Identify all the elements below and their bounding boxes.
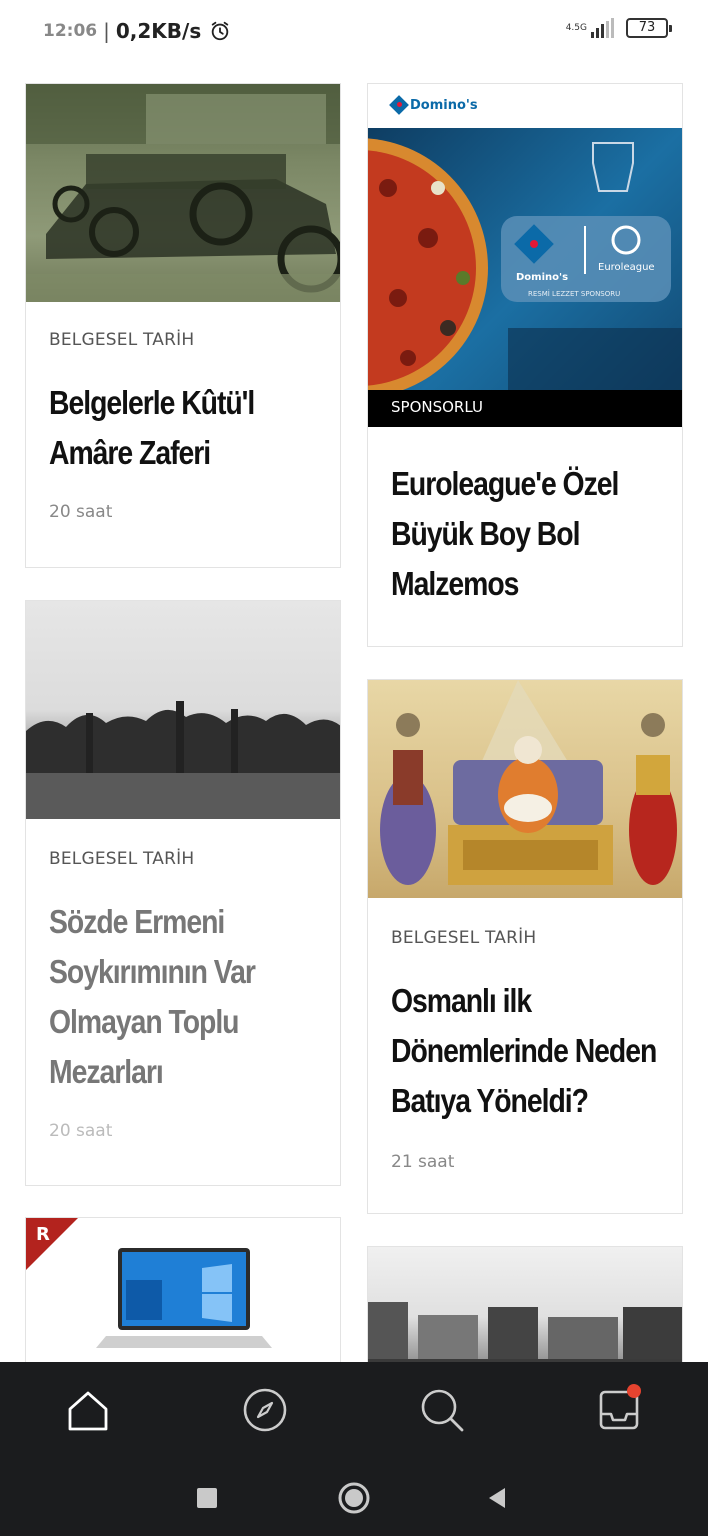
nav-inbox[interactable] — [591, 1382, 647, 1438]
title-line: Dönemlerinde Neden — [391, 1032, 657, 1069]
title-line: Batıya Yöneldi? — [391, 1082, 589, 1119]
pizza-banner: Domino's Euroleague RESMİ LEZZET SPONSOR… — [368, 138, 682, 390]
notification-badge — [627, 1384, 641, 1398]
battery-level: 73 — [638, 20, 656, 35]
article-feed[interactable]: BELGESEL TARİH Belgelerle Kûtü'l Amâre Z… — [0, 66, 708, 1362]
vintage-car-photo — [26, 84, 340, 302]
nav-search[interactable] — [414, 1382, 470, 1438]
article-image — [368, 680, 682, 898]
title-line: Mezarları — [49, 1053, 164, 1090]
article-category: BELGESEL TARİH — [391, 928, 537, 948]
title-line: Olmayan Toplu — [49, 1003, 240, 1040]
dominos-logo-dot — [397, 102, 402, 107]
brand-name: Domino's — [410, 98, 478, 113]
alarm-icon — [212, 21, 229, 41]
article-body: BELGESEL TARİH Osmanlı ilk Dönemlerinde … — [368, 928, 682, 1172]
article-image — [26, 601, 340, 819]
article-category: BELGESEL TARİH — [49, 849, 195, 869]
home-icon — [68, 1391, 108, 1431]
home-button[interactable] — [334, 1478, 374, 1518]
search-icon — [421, 1389, 464, 1432]
article-time: 21 saat — [391, 1152, 455, 1172]
status-separator: | — [103, 19, 110, 43]
article-time: 20 saat — [49, 502, 113, 522]
status-left: 12:06 | 0,2KB/s — [43, 19, 231, 43]
signal-icon — [589, 18, 614, 38]
network-label: 4.5G — [565, 23, 587, 33]
svg-text:RESMİ LEZZET SPONSORU: RESMİ LEZZET SPONSORU — [528, 289, 620, 298]
sponsored-card[interactable]: Domino's Domino's Euroleague RESMİ LEZZE… — [367, 83, 683, 647]
system-nav-bar — [0, 1458, 708, 1536]
network-type: 4.5G — [566, 23, 587, 33]
article-card[interactable]: BELGESEL TARİH Osmanlı ilk Dönemlerinde … — [367, 679, 683, 1214]
title-line: Soykırımının Var — [49, 953, 256, 990]
status-right: 4.5G 73 — [566, 18, 672, 38]
brand-header: Domino's — [368, 84, 682, 128]
data-rate: 0,2KB/s — [115, 19, 202, 43]
battery-icon: 73 — [626, 18, 672, 38]
laptop-image — [26, 1218, 272, 1348]
home-circle-icon — [338, 1482, 370, 1514]
title-line: Sözde Ermeni — [49, 903, 225, 940]
sponsored-bar: SPONSORLU — [368, 390, 682, 427]
article-body: BELGESEL TARİH Belgelerle Kûtü'l Amâre Z… — [26, 330, 340, 522]
article-title[interactable]: Sözde Ermeni Soykırımının Var Olmayan To… — [49, 897, 324, 1097]
ottoman-painting — [380, 680, 677, 885]
explore-icon — [243, 1388, 287, 1432]
article-body: BELGESEL TARİH Sözde Ermeni Soykırımının… — [26, 849, 340, 1141]
clock: 12:06 — [43, 21, 98, 41]
article-card[interactable]: BELGESEL TARİH Sözde Ermeni Soykırımının… — [25, 600, 341, 1186]
crowd-photo — [26, 701, 340, 819]
nav-home[interactable] — [60, 1382, 116, 1438]
article-card[interactable]: BELGESEL TARİH Belgelerle Kûtü'l Amâre Z… — [25, 83, 341, 568]
svg-text:Domino's: Domino's — [516, 272, 568, 283]
title-line: Büyük Boy Bol — [391, 515, 580, 552]
ad-corner-label: R — [36, 1224, 50, 1245]
back-icon — [489, 1488, 505, 1508]
article-title[interactable]: Osmanlı ilk Dönemlerinde Neden Batıya Yö… — [391, 976, 666, 1126]
sponsored-image: Domino's Euroleague RESMİ LEZZET SPONSOR… — [368, 128, 682, 390]
article-category: BELGESEL TARİH — [49, 330, 195, 350]
status-bar: 12:06 | 0,2KB/s 4.5G 73 — [0, 0, 708, 66]
article-body: Euroleague'e Özel Büyük Boy Bol Malzemos — [368, 459, 682, 609]
recents-icon — [197, 1488, 217, 1508]
article-title[interactable]: Euroleague'e Özel Büyük Boy Bol Malzemos — [391, 459, 666, 609]
title-line: Malzemos — [391, 565, 519, 602]
title-line: Amâre Zaferi — [49, 434, 211, 471]
article-time: 20 saat — [49, 1121, 113, 1141]
back-button[interactable] — [478, 1478, 518, 1518]
recents-button[interactable] — [187, 1478, 227, 1518]
title-line: Osmanlı ilk — [391, 982, 532, 1019]
article-image — [26, 84, 340, 302]
bottom-nav — [0, 1362, 708, 1458]
article-image — [368, 1247, 682, 1362]
title-line: Euroleague'e Özel — [391, 465, 619, 502]
article-title[interactable]: Belgelerle Kûtü'l Amâre Zaferi — [49, 378, 324, 478]
article-card[interactable] — [367, 1246, 683, 1362]
sponsored-label: SPONSORLU — [391, 398, 483, 416]
nav-explore[interactable] — [237, 1382, 293, 1438]
title-line: Belgelerle Kûtü'l — [49, 384, 255, 421]
old-city-photo — [368, 1302, 682, 1362]
ad-card[interactable]: R — [25, 1217, 341, 1362]
svg-text:Euroleague: Euroleague — [598, 262, 655, 273]
